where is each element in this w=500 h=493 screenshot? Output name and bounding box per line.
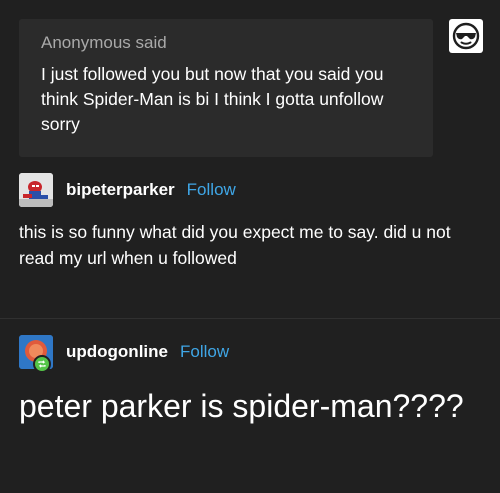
ask-box: Anonymous said I just followed you but n… bbox=[19, 19, 433, 157]
reply-username[interactable]: bipeterparker bbox=[66, 180, 175, 200]
asker-name: Anonymous bbox=[41, 33, 131, 52]
ask-header: Anonymous said bbox=[41, 33, 413, 53]
sunglasses-face-icon bbox=[452, 22, 480, 50]
reply-follow-button[interactable]: Follow bbox=[187, 180, 236, 200]
ask-verb: said bbox=[135, 33, 167, 52]
reblog-icon bbox=[33, 355, 51, 373]
reblog-post-text: peter parker is spider-man???? bbox=[19, 388, 464, 424]
anonymous-avatar bbox=[449, 19, 483, 53]
reblog-username[interactable]: updogonline bbox=[66, 342, 168, 362]
avatar[interactable] bbox=[19, 173, 53, 207]
reply-post-text: this is so funny what did you expect me … bbox=[19, 222, 451, 268]
reblog-post-header: updogonline Follow bbox=[19, 335, 229, 373]
spiderman-avatar-icon bbox=[19, 173, 53, 207]
reply-post-header: bipeterparker Follow bbox=[19, 173, 236, 207]
ask-question-text: I just followed you but now that you sai… bbox=[41, 64, 384, 134]
post-divider bbox=[0, 318, 500, 319]
reblog-follow-button[interactable]: Follow bbox=[180, 342, 229, 362]
avatar[interactable] bbox=[19, 335, 53, 373]
